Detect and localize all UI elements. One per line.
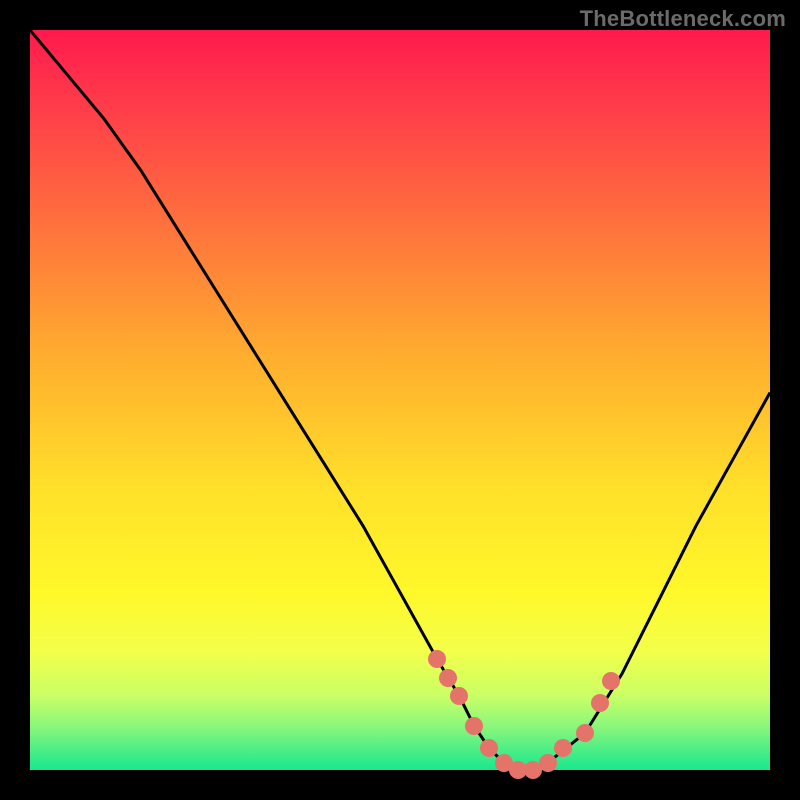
chart-frame: TheBottleneck.com [0, 0, 800, 800]
watermark-text: TheBottleneck.com [580, 6, 786, 32]
curve-svg [30, 30, 770, 770]
plot-area [30, 30, 770, 770]
bottleneck-curve [30, 30, 770, 770]
